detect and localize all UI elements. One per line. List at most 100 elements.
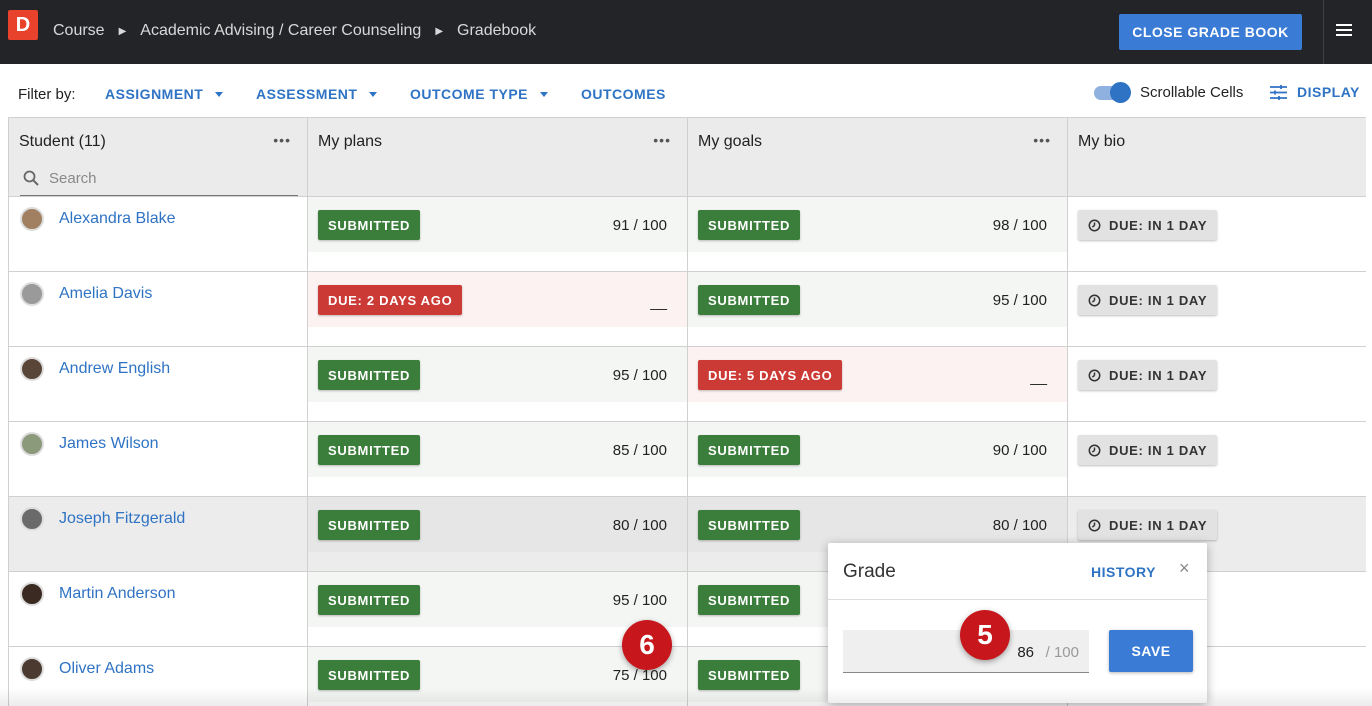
score-value: 80 / 100 [612, 517, 667, 534]
column-header-my-plans[interactable]: My plans ••• [308, 118, 688, 197]
status-badge: SUBMITTED [318, 435, 421, 465]
due-badge: DUE: IN 1 DAY [1078, 510, 1218, 540]
student-name-link[interactable]: Amelia Davis [59, 285, 152, 303]
due-badge-label: DUE: IN 1 DAY [1109, 517, 1208, 533]
scrollable-cells-label: Scrollable Cells [1140, 84, 1244, 101]
score-value: 90 / 100 [992, 442, 1047, 459]
my-plans-cell[interactable]: SUBMITTED 91 / 100 [308, 197, 688, 272]
status-badge: DUE: 5 DAYS AGO [698, 360, 843, 390]
student-name-link[interactable]: Alexandra Blake [59, 210, 176, 228]
score-value: 85 / 100 [612, 442, 667, 459]
display-button[interactable]: DISPLAY [1270, 84, 1360, 100]
column-header-my-bio[interactable]: My bio [1068, 118, 1366, 197]
clock-icon [1088, 369, 1101, 381]
breadcrumb-course-name[interactable]: Academic Advising / Career Counseling [140, 22, 421, 40]
close-icon[interactable]: × [1179, 558, 1190, 579]
due-badge-label: DUE: IN 1 DAY [1109, 367, 1208, 383]
score-value: 75 / 100 [612, 667, 667, 684]
student-name-link[interactable]: Martin Anderson [59, 585, 176, 603]
score-value: 91 / 100 [612, 217, 667, 234]
student-count-title: Student (11) [19, 133, 106, 150]
status-badge: SUBMITTED [698, 285, 801, 315]
more-options-icon[interactable]: ••• [653, 133, 671, 147]
due-badge: DUE: IN 1 DAY [1078, 435, 1218, 465]
my-bio-cell[interactable]: DUE: IN 1 DAY [1068, 347, 1366, 422]
avatar [20, 357, 44, 381]
student-search-input[interactable]: Search [20, 161, 298, 196]
more-options-icon[interactable]: ••• [1033, 133, 1051, 147]
my-bio-cell[interactable]: DUE: IN 1 DAY [1068, 197, 1366, 272]
status-badge: SUBMITTED [318, 510, 421, 540]
my-goals-cell[interactable]: SUBMITTED 98 / 100 [688, 197, 1068, 272]
avatar [20, 432, 44, 456]
divider [828, 599, 1207, 600]
student-name-link[interactable]: Joseph Fitzgerald [59, 510, 185, 528]
due-badge-label: DUE: IN 1 DAY [1109, 217, 1208, 233]
grade-popup: Grade HISTORY × 86 / 100 SAVE [828, 543, 1207, 703]
caret-right-icon: ▶ [435, 25, 444, 37]
my-plans-cell[interactable]: SUBMITTED 95 / 100 [308, 347, 688, 422]
breadcrumb-gradebook: Gradebook [457, 22, 537, 39]
status-badge: SUBMITTED [318, 660, 421, 690]
popup-title: Grade [843, 561, 896, 582]
student-name-link[interactable]: Andrew English [59, 360, 170, 378]
status-badge: SUBMITTED [698, 585, 801, 615]
filter-outcomes-button[interactable]: OUTCOMES [581, 86, 666, 102]
clock-icon [1088, 219, 1101, 231]
close-grade-book-button[interactable]: CLOSE GRADE BOOK [1119, 14, 1302, 50]
column-title-my-plans: My plans [318, 133, 383, 150]
clock-icon [1088, 519, 1101, 531]
column-title-my-goals: My goals [698, 133, 763, 150]
table-row: James Wilson SUBMITTED 85 / 100 SUBMITTED 90… [8, 422, 1366, 497]
score-value: 95 / 100 [612, 367, 667, 384]
table-row: Amelia Davis DUE: 2 DAYS AGO __ SUBMITTED 95… [8, 272, 1366, 347]
due-badge: DUE: IN 1 DAY [1078, 360, 1218, 390]
my-goals-cell[interactable]: SUBMITTED 95 / 100 [688, 272, 1068, 347]
student-name-link[interactable]: James Wilson [59, 435, 159, 453]
my-plans-cell[interactable]: SUBMITTED 85 / 100 [308, 422, 688, 497]
my-goals-cell[interactable]: SUBMITTED 90 / 100 [688, 422, 1068, 497]
bottom-fade [0, 688, 1372, 706]
due-badge-label: DUE: IN 1 DAY [1109, 292, 1208, 308]
more-options-icon[interactable]: ••• [273, 133, 291, 147]
status-badge: SUBMITTED [698, 210, 801, 240]
step-marker-5: 5 [960, 610, 1010, 660]
table-row: Alexandra Blake SUBMITTED 91 / 100 SUBMITTE… [8, 197, 1366, 272]
filter-outcome-type-dropdown[interactable]: OUTCOME TYPE [410, 86, 549, 102]
score-value: __ [650, 294, 667, 311]
hamburger-menu-icon[interactable] [1336, 24, 1352, 38]
app-logo[interactable]: D [8, 10, 38, 40]
scrollable-cells-toggle[interactable] [1094, 82, 1131, 104]
my-plans-cell[interactable]: SUBMITTED 80 / 100 [308, 497, 688, 572]
filter-assignment-label: ASSIGNMENT [105, 86, 204, 102]
filter-assessment-label: ASSESSMENT [256, 86, 358, 102]
caret-down-icon [369, 91, 378, 97]
sliders-icon [1270, 84, 1287, 100]
avatar [20, 207, 44, 231]
my-goals-cell[interactable]: DUE: 5 DAYS AGO __ [688, 347, 1068, 422]
history-button[interactable]: HISTORY [1091, 564, 1156, 580]
filter-assignment-dropdown[interactable]: ASSIGNMENT [105, 86, 224, 102]
my-bio-cell[interactable]: DUE: IN 1 DAY [1068, 422, 1366, 497]
filter-assessment-dropdown[interactable]: ASSESSMENT [256, 86, 378, 102]
status-badge: SUBMITTED [698, 435, 801, 465]
my-bio-cell[interactable]: DUE: IN 1 DAY [1068, 272, 1366, 347]
avatar [20, 657, 44, 681]
avatar [20, 282, 44, 306]
save-button[interactable]: SAVE [1109, 630, 1193, 672]
search-icon [23, 170, 39, 186]
grade-max: / 100 [1045, 644, 1079, 661]
grid-header: Student (11) ••• Search My plans ••• My … [8, 118, 1366, 197]
caret-down-icon [215, 91, 224, 97]
student-name-link[interactable]: Oliver Adams [59, 660, 154, 678]
breadcrumb-course[interactable]: Course [53, 22, 105, 40]
avatar [20, 507, 44, 531]
grade-value: 86 [1017, 644, 1034, 661]
score-value: 80 / 100 [992, 517, 1047, 534]
breadcrumb: Course ▶ Academic Advising / Career Coun… [53, 22, 536, 40]
column-header-my-goals[interactable]: My goals ••• [688, 118, 1068, 197]
step-marker-6: 6 [622, 620, 672, 670]
my-plans-cell[interactable]: DUE: 2 DAYS AGO __ [308, 272, 688, 347]
caret-right-icon: ▶ [118, 25, 127, 37]
column-header-student: Student (11) ••• Search [8, 118, 308, 197]
